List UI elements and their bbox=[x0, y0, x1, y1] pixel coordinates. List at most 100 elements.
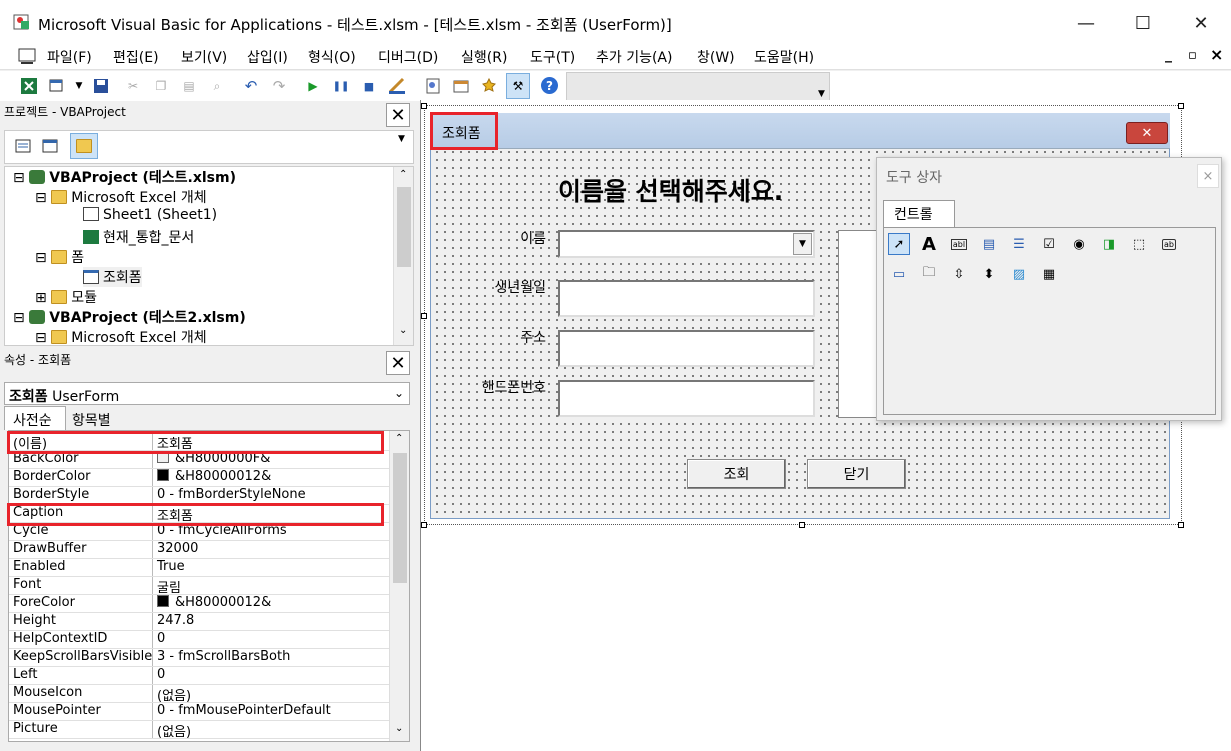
tree-item-vbaproject-1[interactable]: ⊟ VBAProject (테스트.xlsm) bbox=[13, 167, 236, 187]
chevron-down-icon[interactable]: ▼ bbox=[793, 233, 812, 255]
scrollbar-tool-icon[interactable]: ⇳ bbox=[948, 263, 970, 285]
close-button[interactable]: ✕ bbox=[1172, 0, 1230, 46]
tree-item-userform[interactable]: 조회폼 bbox=[83, 267, 142, 287]
textbox-tool-icon[interactable]: abl bbox=[948, 233, 970, 255]
tab-alphabetic[interactable]: 사전순 bbox=[4, 406, 66, 430]
mdi-minimize-button[interactable]: _ bbox=[1165, 47, 1172, 63]
object-selector[interactable]: 조회폼 UserForm bbox=[4, 382, 410, 405]
frame-tool-icon[interactable]: ⬚ bbox=[1128, 233, 1150, 255]
property-row[interactable]: MousePointer 0 - fmMousePointerDefault bbox=[9, 703, 389, 721]
property-row[interactable]: DrawBuffer 32000 bbox=[9, 541, 389, 559]
property-row[interactable]: Left 0 bbox=[9, 667, 389, 685]
property-value[interactable]: 0 bbox=[153, 667, 389, 684]
mdi-restore-button[interactable]: ▫ bbox=[1188, 48, 1197, 63]
scroll-up-icon[interactable]: ⌃ bbox=[395, 433, 403, 444]
undo-icon[interactable]: ↶ bbox=[242, 77, 260, 95]
redo-icon[interactable]: ↷ bbox=[270, 77, 288, 95]
menu-format[interactable]: 형식(O) bbox=[308, 47, 356, 67]
property-value[interactable]: (없음) bbox=[153, 721, 389, 738]
tree-item-sheet1[interactable]: Sheet1 (Sheet1) bbox=[83, 207, 217, 223]
tab-categorized[interactable]: 항목별 bbox=[66, 408, 126, 430]
togglebutton-tool-icon[interactable]: ◨ bbox=[1098, 233, 1120, 255]
insert-userform-icon[interactable] bbox=[48, 77, 66, 95]
property-row[interactable]: Enabled True bbox=[9, 559, 389, 577]
find-icon[interactable]: ⌕ bbox=[208, 77, 226, 95]
chevron-down-icon[interactable]: ⌄ bbox=[394, 386, 404, 400]
dropdown-arrow-icon[interactable]: ▼ bbox=[70, 77, 88, 95]
checkbox-tool-icon[interactable]: ☑ bbox=[1038, 233, 1060, 255]
property-row[interactable]: Height 247.8 bbox=[9, 613, 389, 631]
property-value[interactable]: 247.8 bbox=[153, 613, 389, 630]
property-value[interactable]: 32000 bbox=[153, 541, 389, 558]
collapse-icon[interactable]: ⊟ bbox=[35, 250, 47, 266]
name-combobox[interactable] bbox=[558, 230, 815, 258]
menu-insert[interactable]: 삽입(I) bbox=[247, 47, 288, 67]
menu-window[interactable]: 창(W) bbox=[697, 47, 735, 67]
reset-icon[interactable]: ■ bbox=[360, 77, 378, 95]
collapse-icon[interactable]: ⊟ bbox=[35, 330, 47, 345]
listbox-tool-icon[interactable]: ☰ bbox=[1008, 233, 1030, 255]
cut-icon[interactable]: ✂ bbox=[124, 77, 142, 95]
property-value[interactable]: 0 bbox=[153, 631, 389, 648]
paste-icon[interactable]: ▤ bbox=[180, 77, 198, 95]
resize-handle[interactable] bbox=[421, 103, 427, 109]
image-tool-icon[interactable]: ▨ bbox=[1008, 263, 1030, 285]
toolbar-overflow-icon[interactable]: ▼ bbox=[818, 89, 825, 99]
tree-item-modules[interactable]: ⊞ 모듈 bbox=[35, 287, 97, 307]
resize-handle[interactable] bbox=[799, 522, 805, 528]
property-value[interactable]: (없음) bbox=[153, 685, 389, 702]
tree-item-vbaproject-2[interactable]: ⊟ VBAProject (테스트2.xlsm) bbox=[13, 307, 246, 327]
run-icon[interactable]: ▶ bbox=[304, 77, 322, 95]
address-textbox[interactable] bbox=[558, 330, 815, 367]
excel-view-icon[interactable] bbox=[18, 47, 36, 65]
tree-item-forms[interactable]: ⊟ 폼 bbox=[35, 247, 84, 267]
property-value[interactable]: 0 - fmBorderStyleNone bbox=[153, 487, 389, 504]
location-combo[interactable] bbox=[566, 72, 830, 101]
spinbutton-tool-icon[interactable]: ⬍ bbox=[978, 263, 1000, 285]
resize-handle[interactable] bbox=[1178, 522, 1184, 528]
menu-addins[interactable]: 추가 기능(A) bbox=[596, 47, 672, 67]
resize-handle[interactable] bbox=[1178, 103, 1184, 109]
refedit-tool-icon[interactable]: ▦ bbox=[1038, 263, 1060, 285]
object-browser-icon[interactable] bbox=[480, 77, 498, 95]
collapse-icon[interactable]: ⊟ bbox=[35, 190, 47, 206]
tree-item-excel-objects-1[interactable]: ⊟ Microsoft Excel 개체 bbox=[35, 187, 207, 207]
toolbox-toggle-icon[interactable]: ⚒ bbox=[506, 73, 530, 99]
toolbox-close-button[interactable]: × bbox=[1197, 164, 1219, 188]
scroll-thumb[interactable] bbox=[397, 187, 411, 267]
tabstrip-tool-icon[interactable]: ▭ bbox=[888, 263, 910, 285]
property-value[interactable]: 3 - fmScrollBarsBoth bbox=[153, 649, 389, 666]
maximize-button[interactable]: ☐ bbox=[1114, 0, 1172, 46]
combobox-tool-icon[interactable]: ▤ bbox=[978, 233, 1000, 255]
property-value[interactable]: True bbox=[153, 559, 389, 576]
expand-icon[interactable]: ⊞ bbox=[35, 290, 47, 306]
view-object-icon[interactable] bbox=[41, 137, 59, 155]
property-value[interactable]: &H80000012& bbox=[153, 595, 389, 612]
mdi-close-button[interactable]: × bbox=[1210, 45, 1223, 64]
menu-file[interactable]: 파일(F) bbox=[47, 47, 92, 67]
resize-handle[interactable] bbox=[421, 313, 427, 319]
properties-window-icon[interactable] bbox=[452, 77, 470, 95]
collapse-icon[interactable]: ⊟ bbox=[13, 310, 25, 326]
property-row[interactable]: HelpContextID 0 bbox=[9, 631, 389, 649]
menu-debug[interactable]: 디버그(D) bbox=[378, 47, 438, 67]
menu-help[interactable]: 도움말(H) bbox=[754, 47, 814, 67]
minimize-button[interactable]: — bbox=[1057, 0, 1115, 46]
multipage-tool-icon[interactable]: 🗀 bbox=[918, 263, 940, 285]
property-value[interactable]: 굴림 bbox=[153, 577, 389, 594]
tab-controls[interactable]: 컨트롤 bbox=[883, 200, 955, 228]
project-explorer-icon[interactable] bbox=[424, 77, 442, 95]
copy-icon[interactable]: ❐ bbox=[152, 77, 170, 95]
tree-item-excel-objects-2[interactable]: ⊟ Microsoft Excel 개체 bbox=[35, 327, 207, 345]
search-button[interactable]: 조회 bbox=[687, 459, 786, 489]
menu-run[interactable]: 실행(R) bbox=[461, 47, 507, 67]
resize-handle[interactable] bbox=[421, 522, 427, 528]
break-icon[interactable]: ❚❚ bbox=[332, 77, 350, 95]
properties-close-button[interactable]: ✕ bbox=[386, 351, 410, 375]
label-tool-icon[interactable]: A bbox=[918, 233, 940, 255]
menu-tools[interactable]: 도구(T) bbox=[530, 47, 575, 67]
birth-textbox[interactable] bbox=[558, 280, 815, 317]
project-close-button[interactable]: ✕ bbox=[386, 103, 410, 127]
property-value[interactable]: 0 - fmMousePointerDefault bbox=[153, 703, 389, 720]
property-value[interactable]: &H80000012& bbox=[153, 469, 389, 486]
